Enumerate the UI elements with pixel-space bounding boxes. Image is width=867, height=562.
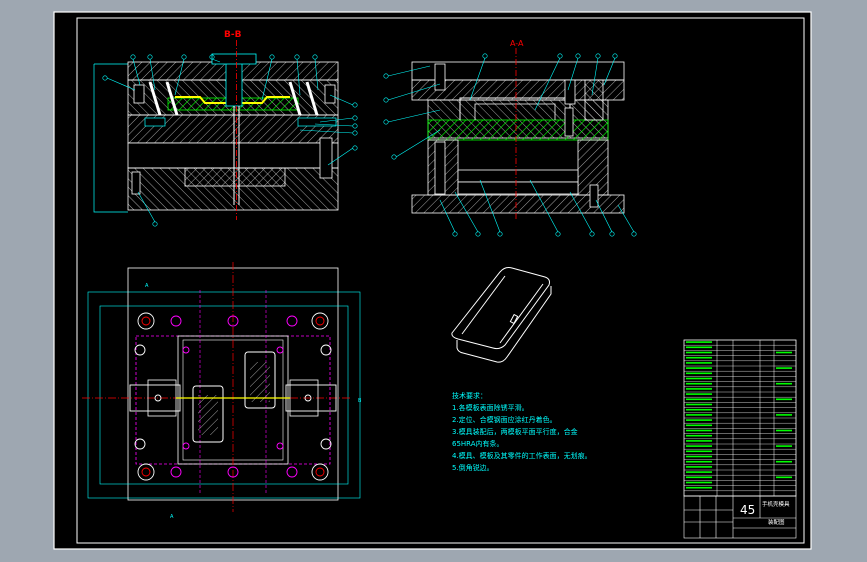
- bom-row-mark: [686, 346, 712, 349]
- bom-row-mark: [686, 377, 712, 380]
- bom-row-mark: [686, 466, 712, 468]
- bom-row-mark: [686, 445, 712, 447]
- section-label-left: B-B: [224, 30, 242, 40]
- section-label-right: A-A: [510, 39, 524, 48]
- bom-row-mark: [686, 372, 712, 375]
- section-view-right: [411, 48, 625, 220]
- tech-req-line: 3.模具装配后，两模板平面平行度，合金: [452, 427, 578, 436]
- bom-row-mark: [686, 398, 712, 401]
- bom-row-mark: [686, 414, 712, 416]
- tech-req-line: 4.模具、模板及其零件的工作表面，无划痕。: [452, 451, 592, 460]
- bom-row-mark: [686, 419, 712, 421]
- bom-row-mark: [686, 460, 712, 463]
- bom-row-mark: [686, 403, 712, 406]
- plan-dim-left: A: [145, 283, 149, 289]
- scale-number: 45: [740, 503, 755, 517]
- bom-note-mark: [776, 351, 792, 354]
- plan-dim-right: B: [358, 398, 362, 404]
- bom-note-mark: [776, 382, 792, 385]
- cad-drawing: B-B A-A A B A 技术要求： 1.各模板表面除锈平滑。 2.定位、合模…: [53, 11, 812, 550]
- bom-note-mark: [776, 367, 792, 369]
- bom-row-mark: [686, 382, 712, 385]
- bom-row-mark: [686, 341, 712, 343]
- bom-row-mark: [686, 362, 712, 364]
- tech-req-line: 1.各模板表面除锈平滑。: [452, 403, 529, 412]
- bom-row-mark: [686, 476, 712, 479]
- bom-note-mark: [776, 460, 792, 463]
- bom-row-mark: [686, 388, 712, 390]
- bom-row-mark: [686, 429, 712, 432]
- tech-req-line: 2.定位、合模钢面应涂红丹着色。: [452, 415, 557, 424]
- bom-row-mark: [686, 356, 712, 359]
- bom-row-mark: [686, 434, 712, 437]
- tech-req-title: 技术要求：: [452, 391, 487, 400]
- bom-row-mark: [686, 408, 712, 411]
- bom-note-mark: [776, 445, 792, 447]
- bom-row-mark: [686, 450, 712, 453]
- plan-dim-bottom: A: [170, 514, 174, 520]
- bom-note-mark: [776, 476, 792, 479]
- bom-row-mark: [686, 486, 712, 489]
- bom-row-mark: [686, 455, 712, 458]
- bom-note-mark: [776, 429, 792, 432]
- tech-req-line: 65HRA内有条。: [452, 439, 504, 448]
- bom-note-mark: [776, 398, 792, 401]
- bom-row-mark: [686, 481, 712, 484]
- tech-req-line: 5.倒角锐边。: [452, 463, 494, 472]
- bom-row-mark: [686, 393, 712, 395]
- bom-row-mark: [686, 471, 712, 473]
- bom-note-mark: [776, 414, 792, 416]
- title-block-sub: 装配图: [768, 518, 785, 526]
- bom-row-mark: [686, 424, 712, 427]
- bom-row-mark: [686, 351, 712, 354]
- bom-row-mark: [686, 367, 712, 369]
- bom-row-mark: [686, 440, 712, 442]
- title-block-name: 手机壳模具: [762, 500, 790, 508]
